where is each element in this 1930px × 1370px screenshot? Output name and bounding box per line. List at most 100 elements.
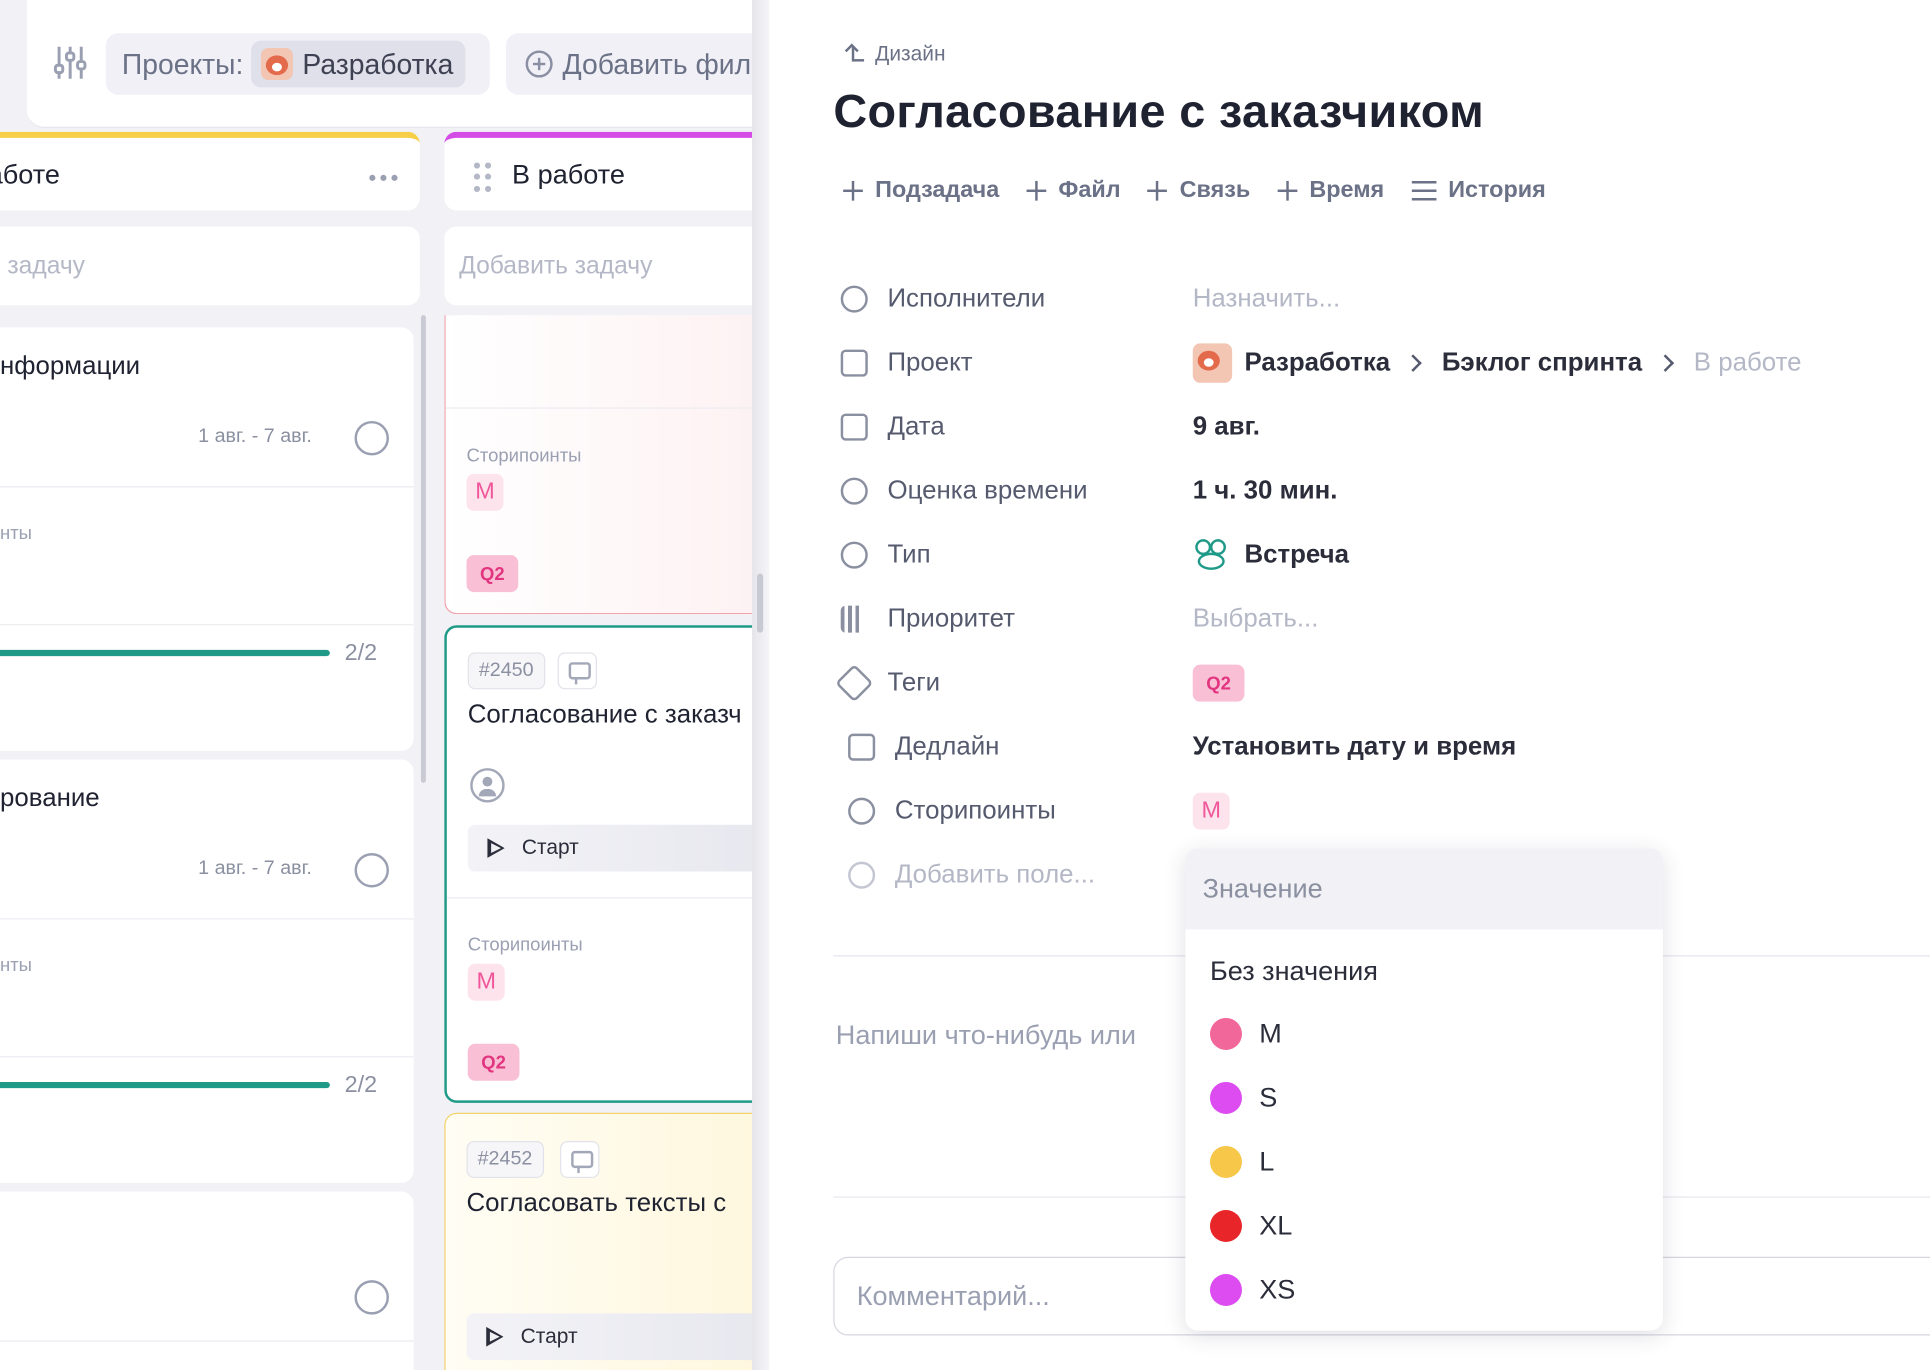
field-date: Дата (840, 405, 945, 449)
field-project: Проект (840, 341, 973, 385)
storypoints-dropdown: Значение Без значения M S L XL XS (1185, 848, 1663, 1331)
start-timer-button[interactable]: Старт (466, 1313, 753, 1361)
chevron-right-icon (1656, 354, 1675, 372)
action-label: Связь (1179, 177, 1251, 204)
complete-checkbox[interactable] (354, 853, 389, 888)
field-label: Дата (887, 412, 945, 441)
estimate-value[interactable]: 1 ч. 30 мин. (1193, 469, 1338, 513)
card-title: нформации (0, 352, 141, 381)
option-m[interactable]: M (1209, 1009, 1282, 1058)
color-dot-icon (1209, 1081, 1242, 1114)
card-dates: 1 авг. - 7 авг. (198, 857, 312, 879)
project-path[interactable]: Разработка Бэклог спринта В работе (1192, 341, 1802, 385)
option-xl[interactable]: XL (1209, 1201, 1292, 1250)
progress-text: 2/2 (344, 640, 378, 666)
task-card[interactable] (0, 1191, 414, 1370)
task-card[interactable]: #2452 Согласовать тексты с Старт (444, 1112, 753, 1370)
field-label: Теги (887, 668, 941, 697)
column-menu-icon[interactable] (369, 174, 398, 181)
progress-text: 2/2 (344, 1072, 378, 1098)
complete-checkbox[interactable] (354, 420, 389, 456)
card-title: рование (0, 784, 100, 813)
task-card-selected[interactable]: #2450 Согласование с заказч Старт Сторип… (444, 625, 753, 1103)
add-circle-icon (848, 861, 876, 889)
progress-bar (0, 649, 330, 657)
chevron-right-icon (1404, 354, 1423, 372)
deadline-calendar-icon (848, 733, 876, 761)
option-label: XS (1259, 1273, 1296, 1305)
add-filter-label: Добавить фил (562, 47, 752, 80)
tag-badge: Q2 (467, 1043, 520, 1081)
type-value[interactable]: Встреча (1193, 533, 1349, 577)
dropdown-search-input[interactable]: Значение (1185, 848, 1663, 930)
assignees-value[interactable]: Назначить... (1193, 277, 1340, 321)
comment-placeholder: Комментарий... (856, 1280, 1050, 1311)
option-xs[interactable]: XS (1209, 1265, 1296, 1314)
task-title[interactable]: Согласование с заказчиком (833, 86, 1484, 139)
add-task-input-col2[interactable]: Добавить задачу (444, 226, 753, 306)
field-type: Тип (840, 533, 931, 577)
filter-settings-icon[interactable] (52, 44, 89, 81)
parent-task-label: Дизайн (875, 41, 946, 66)
field-label: Дедлайн (894, 732, 1000, 761)
column-scrollbar[interactable] (420, 315, 426, 783)
project-board[interactable]: Бэклог спринта (1442, 348, 1642, 378)
column-header-in-progress-2[interactable]: В работе (444, 131, 753, 211)
field-assignees: Исполнители (840, 277, 1046, 321)
complete-checkbox[interactable] (354, 1280, 389, 1315)
description-editor[interactable]: Напиши что-нибудь или (836, 1019, 1136, 1051)
add-time-button[interactable]: Время (1277, 177, 1384, 204)
option-s[interactable]: S (1209, 1073, 1278, 1122)
deadline-value[interactable]: Установить дату и время (1193, 725, 1516, 769)
column-title: аботе (0, 158, 60, 189)
parent-arrow-icon (846, 44, 866, 64)
option-label: S (1259, 1081, 1278, 1113)
date-value[interactable]: 9 авг. (1193, 405, 1260, 449)
add-file-button[interactable]: Файл (1026, 177, 1121, 204)
plus-icon (1026, 180, 1047, 201)
type-label: Встреча (1244, 540, 1350, 569)
field-storypoints: Сторипоинты (848, 789, 1056, 833)
project-emoji-icon (1192, 343, 1233, 383)
dropdown-search-placeholder: Значение (1202, 872, 1323, 904)
task-card[interactable]: нформации 1 авг. - 7 авг. нты 2/2 (0, 327, 414, 751)
color-dot-icon (1209, 1209, 1242, 1242)
task-card[interactable]: рование 1 авг. - 7 авг. нты 2/2 (0, 759, 414, 1183)
drag-grip-icon[interactable] (473, 162, 492, 192)
add-task-placeholder: ь задачу (0, 251, 85, 279)
add-link-button[interactable]: Связь (1147, 177, 1251, 204)
project-column[interactable]: В работе (1694, 348, 1802, 378)
task-card[interactable]: Сторипоинты M Q2 (444, 315, 753, 615)
option-label: M (1259, 1017, 1282, 1049)
field-label: Исполнители (887, 284, 1046, 313)
add-task-input-col1[interactable]: ь задачу (0, 226, 420, 306)
storypoints-label: нты (0, 955, 32, 977)
assignee-icon (840, 285, 868, 313)
storypoints-value[interactable]: M (1192, 792, 1230, 830)
task-id: #2452 (466, 1141, 544, 1178)
add-field-button[interactable]: Добавить поле... (848, 853, 1095, 897)
priority-value[interactable]: Выбрать... (1193, 597, 1319, 641)
storypoints-badge: M (466, 473, 504, 511)
list-icon (1411, 180, 1436, 201)
add-field-label: Добавить поле... (894, 860, 1096, 889)
column-header-in-progress-1[interactable]: аботе (0, 131, 420, 211)
option-l[interactable]: L (1209, 1137, 1274, 1186)
comment-icon (560, 1141, 600, 1178)
selected-project-chip[interactable]: Разработка (250, 40, 466, 88)
project-emoji-icon (260, 48, 293, 81)
panel-resize-handle[interactable] (757, 573, 764, 633)
project-name[interactable]: Разработка (1244, 348, 1390, 378)
card-storypoints-row (0, 919, 414, 1058)
storypoints-icon (848, 797, 876, 825)
history-button[interactable]: История (1411, 177, 1546, 204)
projects-filter-chip[interactable]: Проекты: Разработка (105, 33, 490, 95)
storypoints-label: Сторипоинты (467, 934, 583, 956)
parent-task-link[interactable]: Дизайн (846, 42, 946, 67)
add-subtask-button[interactable]: Подзадача (843, 177, 999, 204)
tag-badge[interactable]: Q2 (1192, 664, 1245, 702)
start-label: Старт (520, 1324, 578, 1348)
add-filter-button[interactable]: Добавить фил (505, 33, 753, 95)
field-label: Оценка времени (887, 476, 1088, 505)
option-none[interactable]: Без значения (1210, 947, 1378, 996)
